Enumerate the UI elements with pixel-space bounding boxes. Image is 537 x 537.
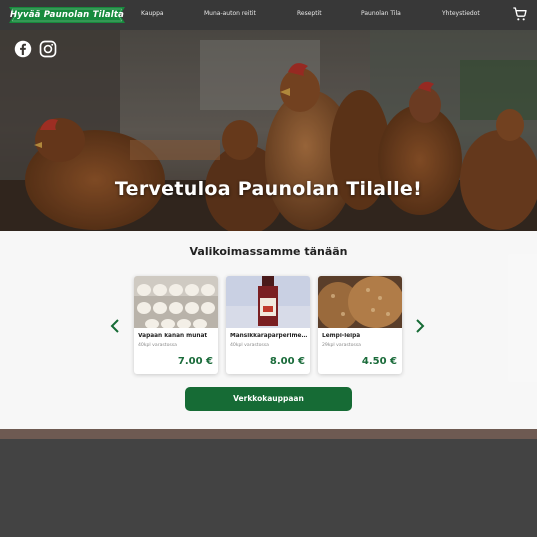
product-name: Vapaan kanan munat (138, 333, 208, 339)
webshop-button[interactable]: Verkkokauppaan (185, 387, 352, 411)
juice-bottle-image (226, 276, 310, 328)
product-card[interactable]: Mansikkaraparperimehu 40kpl varastossa 8… (226, 276, 310, 374)
nav-paunolan-tila[interactable]: Paunolan Tila (361, 10, 401, 17)
products-section-title: Valikoimassamme tänään (189, 245, 348, 258)
nav-kauppa[interactable]: Kauppa (141, 10, 164, 17)
decorative-strip (0, 429, 537, 439)
product-stock: 40kpl varastossa (230, 343, 270, 348)
product-card[interactable]: Lempi-leipä 29kpl varastossa 4.50 € (318, 276, 402, 374)
nav-reseptit[interactable]: Reseptit (297, 10, 322, 17)
instagram-icon[interactable] (39, 40, 57, 58)
hero-title: Tervetuloa Paunolan Tilalle! (114, 178, 423, 200)
nav-yhteystiedot[interactable]: Yhteystiedot (442, 10, 480, 17)
product-name: Lempi-leipä (322, 333, 361, 339)
hero-banner (0, 30, 537, 231)
logo-text: Hyvää Paunolan Tilalta (9, 10, 125, 20)
nav-muna-auton-reitit[interactable]: Muna-auton reitit (204, 10, 256, 17)
product-card[interactable]: Vapaan kanan munat 40kpl varastossa 7.00… (134, 276, 218, 374)
hero-chickens-image (0, 30, 537, 231)
brand-logo[interactable]: Hyvää Paunolan Tilalta (9, 6, 125, 24)
page-bottom-area (0, 439, 537, 537)
product-price: 4.50 € (361, 356, 397, 367)
shopping-cart-icon[interactable] (512, 6, 528, 22)
product-price: 8.00 € (269, 356, 305, 367)
bread-image (318, 276, 402, 328)
product-stock: 40kpl varastossa (138, 343, 178, 348)
site-header: Hyvää Paunolan Tilalta Kauppa Muna-auton… (0, 0, 537, 30)
eggs-image (134, 276, 218, 328)
carousel-next-arrow[interactable] (414, 318, 426, 333)
facebook-icon[interactable] (14, 40, 32, 58)
product-name: Mansikkaraparperimehu (230, 333, 308, 339)
product-price: 7.00 € (177, 356, 213, 367)
carousel-prev-arrow[interactable] (109, 318, 121, 333)
product-stock: 29kpl varastossa (322, 343, 362, 348)
